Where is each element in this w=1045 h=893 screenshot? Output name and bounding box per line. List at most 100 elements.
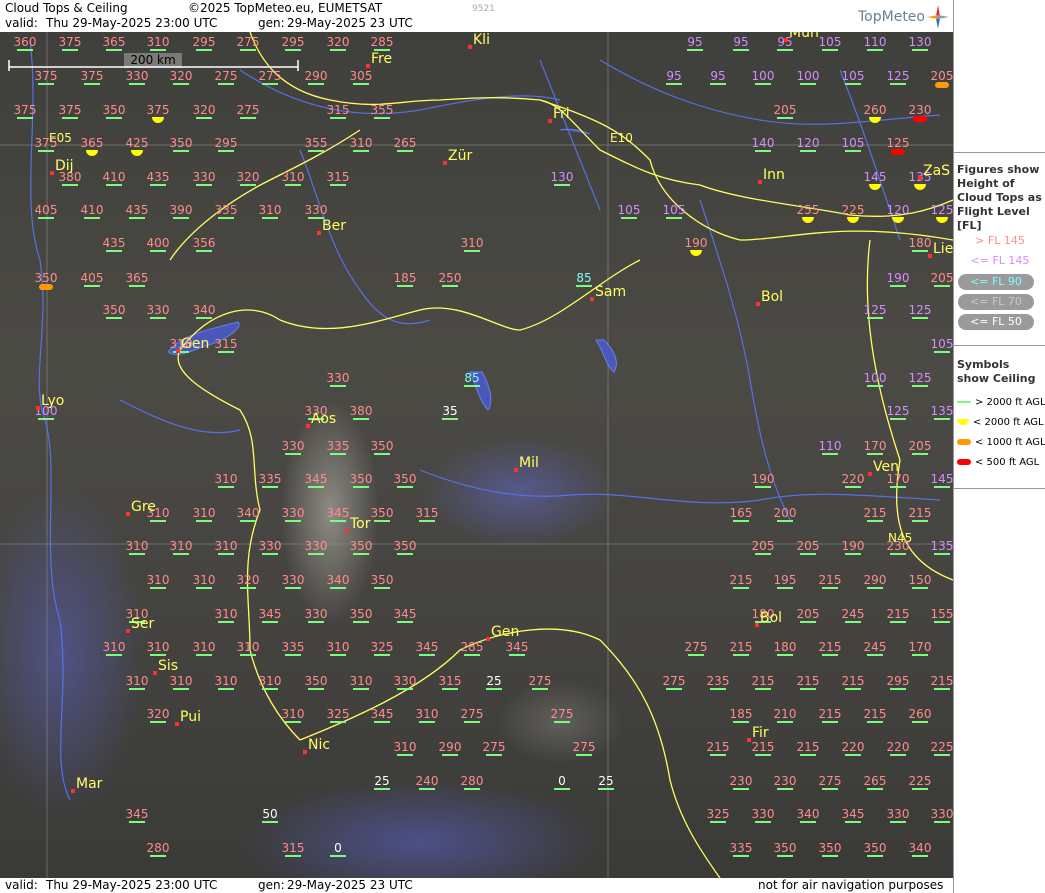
flight-level-label: 225 — [909, 774, 932, 788]
flight-level-marker: 315 — [282, 841, 304, 857]
flight-level-marker: 350 — [774, 841, 796, 857]
flight-level-marker: 310 — [350, 674, 372, 690]
city-label: Fre — [371, 51, 392, 67]
flight-level-marker: 310 — [282, 707, 304, 723]
flight-level-marker: 350 — [350, 539, 372, 555]
city-label: Ser — [131, 616, 155, 632]
copyright-text: ©2025 TopMeteo.eu, EUMETSAT — [188, 1, 383, 15]
flight-level-label: 295 — [215, 136, 238, 150]
city-label: Lyo — [41, 393, 64, 409]
flight-level-marker: 310 — [215, 539, 237, 555]
flight-level-label: 105 — [842, 69, 865, 83]
flight-level-marker: 350 — [371, 573, 393, 589]
flight-level-label: 0 — [558, 774, 566, 788]
flight-level-label: 330 — [305, 607, 328, 621]
flight-level-marker: 310 — [193, 573, 215, 589]
flight-level-label: 350 — [864, 841, 887, 855]
grid-label-e10: E10 — [610, 131, 633, 145]
ceiling-symbol-yellow — [131, 150, 143, 156]
lake-garda — [595, 339, 617, 373]
flight-level-label: 340 — [797, 807, 820, 821]
flight-level-label: 0 — [334, 841, 342, 855]
flight-level-marker: 215 — [819, 640, 841, 656]
flight-level-label: 25 — [486, 674, 501, 688]
city-label: Mar — [76, 776, 103, 792]
flight-level-marker: 310 — [103, 640, 126, 656]
flight-level-marker: 315 — [327, 170, 349, 186]
flight-level-marker: 375 — [59, 35, 81, 51]
flight-level-label: 275 — [461, 707, 484, 721]
flight-level-marker: 225 — [909, 774, 932, 790]
flight-level-label: 350 — [103, 303, 126, 317]
border-at-it — [539, 99, 953, 241]
flight-level-label: 135 — [931, 539, 953, 553]
flight-level-label: 340 — [193, 303, 216, 317]
city-label: Aos — [311, 411, 336, 427]
flight-level-label: 130 — [551, 170, 574, 184]
flight-level-label: 210 — [774, 707, 797, 721]
ceiling-symbol-yellow — [86, 150, 98, 156]
flight-level-marker: 345 — [305, 472, 327, 488]
flight-level-marker: 215 — [797, 674, 819, 690]
half-circle-icon — [957, 419, 969, 425]
flight-level-marker: 330 — [193, 170, 215, 186]
flight-level-label: 215 — [864, 506, 887, 520]
border-de-ch — [249, 32, 701, 186]
city-marker: Kli — [468, 32, 490, 49]
weather-map[interactable]: 200 km E05 E10 N45 360 375 365 310 295 275 295… — [0, 32, 953, 878]
flight-level-marker: 390 — [170, 203, 192, 219]
flight-level-label: 150 — [909, 573, 932, 587]
flight-level-marker: 310 — [327, 640, 349, 656]
footer-valid-value: Thu 29-May-2025 23:00 UTC — [46, 878, 218, 892]
footer-bar: valid: Thu 29-May-2025 23:00 UTC gen: 29… — [0, 878, 953, 893]
flight-level-label: 315 — [416, 506, 439, 520]
flight-level-label: 100 — [797, 69, 820, 83]
legend-symbol-label: < 500 ft AGL — [975, 457, 1040, 468]
flight-level-marker: 330 — [282, 506, 304, 522]
flight-level-label: 310 — [103, 640, 126, 654]
flight-level-label: 295 — [193, 35, 216, 49]
flight-level-label: 280 — [147, 841, 170, 855]
flight-level-label: 425 — [126, 136, 149, 150]
flight-level-marker: 215 — [707, 740, 730, 756]
flight-level-marker: 305 — [350, 69, 372, 85]
flight-level-label: 205 — [774, 103, 797, 117]
flight-level-label: 310 — [394, 740, 417, 754]
flight-level-label: 275 — [551, 707, 574, 721]
flight-level-label: 125 — [909, 371, 932, 385]
flight-level-label: 265 — [394, 136, 417, 150]
flight-level-marker: 315 — [439, 674, 461, 690]
flight-level-label: 105 — [819, 35, 842, 49]
flight-level-label: 215 — [707, 740, 730, 754]
flight-level-marker: 230 — [887, 539, 910, 555]
city-dot — [486, 637, 490, 641]
flight-level-marker: 350 — [394, 472, 416, 488]
flight-level-marker: 25 — [374, 774, 390, 790]
flight-level-marker: 330 — [327, 371, 349, 387]
flight-level-label: 230 — [887, 539, 910, 553]
flight-level-marker: 340 — [909, 841, 931, 857]
flight-level-label: 295 — [282, 35, 305, 49]
city-label: Lie — [933, 241, 953, 257]
city-dot — [366, 64, 370, 68]
city-label: Mün — [789, 32, 819, 41]
flight-level-marker: 290 — [439, 740, 461, 756]
flight-level-label: 380 — [350, 404, 373, 418]
flight-level-marker: 190 — [685, 236, 707, 256]
flight-level-label: 120 — [797, 136, 820, 150]
flight-level-marker: 320 — [327, 35, 349, 51]
flight-level-marker: 95 — [687, 35, 703, 51]
flight-level-marker: 330 — [887, 807, 909, 823]
header-valid-label: valid: — [5, 16, 38, 30]
flight-level-marker: 365 — [81, 136, 103, 156]
flight-level-marker: 110 — [864, 35, 886, 51]
flight-level-label: 140 — [752, 136, 775, 150]
flight-level-label: 310 — [126, 674, 149, 688]
city-label: Sis — [158, 658, 178, 674]
legend-symbol-item: < 2000 ft AGL — [957, 417, 1044, 428]
ceiling-symbol-yellow — [936, 217, 948, 223]
flight-level-label: 345 — [371, 707, 394, 721]
flight-level-marker: 375 — [59, 103, 81, 119]
city-dot — [928, 254, 932, 258]
flight-level-marker: 325 — [327, 707, 349, 723]
